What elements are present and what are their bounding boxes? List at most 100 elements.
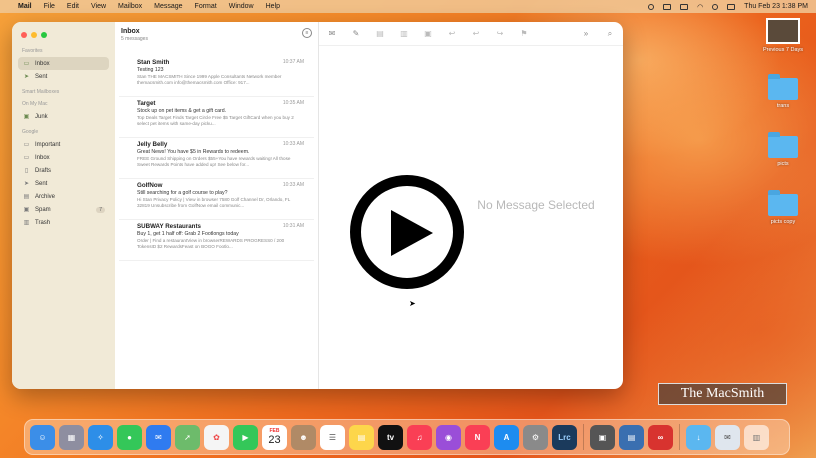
archive-icon: ▤	[23, 194, 30, 200]
message-time: 10:31 AM	[282, 223, 304, 229]
notes-icon[interactable]: ▤	[349, 424, 374, 450]
list-item[interactable]: Jelly Belly 10:33 AM Great News! You hav…	[119, 138, 314, 179]
message-sender: Jelly Belly	[137, 141, 168, 148]
menu-window[interactable]: Window	[229, 3, 254, 10]
launchpad-icon[interactable]: ▦	[59, 424, 84, 450]
reply-all-icon[interactable]: ↩	[471, 29, 481, 38]
sidebar-item-archive[interactable]: ▤ Archive	[18, 190, 109, 203]
list-item[interactable]: Stan Smith 10:37 AM Testing 123 Stan THE…	[119, 56, 314, 97]
sidebar-item-label: Inbox	[35, 60, 50, 67]
maps-icon[interactable]: ➚	[175, 424, 200, 450]
sidebar-item-inbox[interactable]: ▭ Inbox	[18, 57, 109, 70]
facetime-icon[interactable]: ▶	[233, 424, 258, 450]
trash-icon[interactable]: ▥	[399, 29, 409, 38]
play-button[interactable]	[350, 175, 464, 289]
menu-app[interactable]: Mail	[18, 3, 32, 10]
sidebar-item-trash[interactable]: ▥ Trash	[18, 216, 109, 229]
message-time: 10:35 AM	[282, 100, 304, 106]
sidebar-item-sent[interactable]: ➤ Sent	[18, 70, 109, 83]
menu-message[interactable]: Message	[154, 3, 182, 10]
menu-format[interactable]: Format	[195, 3, 217, 10]
expand-toolbar-icon[interactable]: »	[581, 29, 591, 38]
forward-icon[interactable]: ↪	[495, 29, 505, 38]
reminders-icon[interactable]: ☰	[320, 424, 345, 450]
menu-view[interactable]: View	[91, 3, 106, 10]
music-icon[interactable]: ♫	[407, 424, 432, 450]
battery-icon[interactable]	[680, 3, 689, 10]
preview-icon[interactable]: ▤	[619, 424, 644, 450]
menu-help[interactable]: Help	[266, 3, 280, 10]
image-thumbnail-icon	[766, 18, 800, 44]
filter-icon[interactable]: ≡	[302, 28, 312, 38]
display-icon[interactable]	[663, 3, 672, 10]
message-preview: Order | Find a restaurantView in browser…	[137, 238, 285, 249]
desktop-item-picts-copy[interactable]: picts copy	[753, 190, 813, 225]
section-smart-mailboxes[interactable]: Smart Mailboxes	[22, 89, 109, 95]
zoom-button[interactable]	[41, 32, 47, 38]
search-icon[interactable]: ⌕	[605, 29, 615, 39]
trash-icon[interactable]: ▥	[744, 424, 769, 450]
news-icon[interactable]: N	[465, 424, 490, 450]
desktop-item-previous-7-days[interactable]: Previous 7 Days	[753, 18, 813, 53]
control-center-icon[interactable]	[727, 3, 736, 10]
message-sender: Stan Smith	[137, 59, 170, 66]
photos-icon[interactable]: ✿	[204, 424, 229, 450]
close-button[interactable]	[21, 32, 27, 38]
menu-mailbox[interactable]: Mailbox	[118, 3, 142, 10]
list-item[interactable]: GolfNow 10:33 AM Still searching for a g…	[119, 179, 314, 220]
sidebar-item-drafts[interactable]: ▯ Drafts	[18, 164, 109, 177]
sidebar-item-junk[interactable]: ▣ Junk	[18, 110, 109, 123]
image-capture-icon[interactable]: ▣	[590, 424, 615, 450]
sidebar-item-spam[interactable]: ▣ Spam 7	[18, 203, 109, 216]
junk-icon[interactable]: ▣	[423, 29, 433, 38]
finder-icon[interactable]: ☺	[30, 424, 55, 450]
contacts-icon[interactable]: ☻	[291, 424, 316, 450]
unread-count-badge: 7	[96, 206, 105, 213]
search-icon[interactable]	[712, 3, 719, 10]
list-item[interactable]: Target 10:35 AM Stock up on pet items & …	[119, 97, 314, 138]
app-store-icon[interactable]: A	[494, 424, 519, 450]
sidebar-item-label: Important	[35, 141, 61, 148]
menu-datetime[interactable]: Thu Feb 23 1:38 PM	[744, 3, 808, 10]
message-time: 10:33 AM	[282, 182, 304, 188]
message-subject: Testing 123	[137, 67, 164, 73]
list-item[interactable]: SUBWAY Restaurants 10:31 AM Buy 1, get 1…	[119, 220, 314, 261]
minimize-button[interactable]	[31, 32, 37, 38]
podcasts-icon[interactable]: ◉	[436, 424, 461, 450]
sidebar-item-google-inbox[interactable]: ▭ Inbox	[18, 151, 109, 164]
compose-icon[interactable]: ✎	[351, 29, 361, 38]
sidebar-item-google-sent[interactable]: ➤ Sent	[18, 177, 109, 190]
message-preview: Stan THE MACSMITH Since 1999 Apple Consu…	[137, 74, 282, 85]
messages-icon[interactable]: ●	[117, 424, 142, 450]
sidebar-item-label: Archive	[35, 193, 56, 200]
system-settings-icon[interactable]: ⚙	[523, 424, 548, 450]
apple-tv-icon[interactable]: tv	[378, 424, 403, 450]
message-list: Inbox 5 messages ≡ Stan Smith 10:37 AM T…	[115, 22, 319, 389]
flag-icon[interactable]: ⚑	[519, 29, 529, 38]
mail-icon[interactable]: ✉	[146, 424, 171, 450]
reply-icon[interactable]: ↩	[447, 29, 457, 38]
menu-edit[interactable]: Edit	[67, 3, 79, 10]
watermark: The MacSmith	[658, 383, 787, 405]
downloads-folder-icon[interactable]: ↓	[686, 424, 711, 450]
record-icon[interactable]	[648, 3, 655, 10]
archive-icon[interactable]: ▤	[375, 29, 385, 38]
message-subject: Buy 1, get 1 half off: Grab 2 Footlongs …	[137, 231, 239, 237]
safari-icon[interactable]: ✧	[88, 424, 113, 450]
sidebar-item-important[interactable]: ▭ Important	[18, 138, 109, 151]
desktop-item-picts[interactable]: picts	[753, 132, 813, 167]
calendar-icon[interactable]: FEB 23	[262, 424, 287, 450]
list-header: Inbox 5 messages ≡	[115, 28, 318, 56]
section-on-my-mac[interactable]: On My Mac	[22, 101, 109, 107]
lightroom-classic-icon[interactable]: Lrc	[552, 424, 577, 450]
mailbox-title: Inbox	[121, 28, 140, 35]
get-mail-icon[interactable]: ✉	[327, 29, 337, 38]
creative-cloud-icon[interactable]: ∞	[648, 424, 673, 450]
desktop-item-label: trans	[776, 103, 790, 109]
desktop-item-trans[interactable]: trans	[753, 74, 813, 109]
documents-stack-icon[interactable]: ✉	[715, 424, 740, 450]
wifi-icon[interactable]: ◠	[697, 3, 703, 11]
section-google[interactable]: Google	[22, 129, 109, 135]
menu-file[interactable]: File	[44, 3, 55, 10]
menu-bar: Mail File Edit View Mailbox Message Form…	[0, 0, 816, 13]
